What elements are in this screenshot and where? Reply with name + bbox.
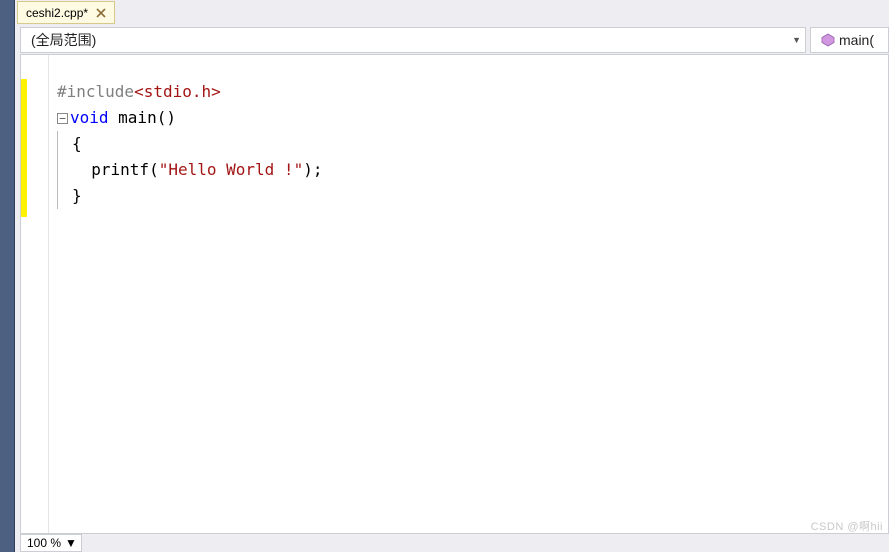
close-icon[interactable] [94,6,108,20]
outline-guide [57,157,68,183]
editor-gutter [21,55,49,533]
code-text: printf( [72,160,159,179]
function-dropdown-label: main( [839,32,874,48]
tab-strip: ceshi2.cpp* [15,0,889,24]
file-tab[interactable]: ceshi2.cpp* [17,1,115,24]
code-editor[interactable]: #include<stdio.h> −void main() { printf(… [20,54,889,534]
function-dropdown[interactable]: main( [810,27,889,53]
watermark: CSDN @啊hii [811,518,883,534]
modification-indicator [21,79,27,217]
code-text: main() [109,108,176,127]
code-text: } [72,186,82,205]
outline-guide [57,183,68,209]
zoom-dropdown[interactable]: 100 % ▼ [20,534,82,552]
code-area[interactable]: #include<stdio.h> −void main() { printf(… [49,55,888,533]
code-text: { [72,134,82,153]
zoom-label: 100 % [27,536,61,550]
status-bar: 100 % ▼ [20,534,82,552]
code-directive: #include [57,82,134,101]
outline-collapse-icon[interactable]: − [57,113,68,124]
scope-dropdown[interactable]: (全局范围) ▼ [20,27,806,53]
left-panel-edge [0,0,15,552]
file-tab-label: ceshi2.cpp* [26,6,88,20]
code-string: "Hello World !" [159,160,304,179]
chevron-down-icon: ▼ [65,536,77,550]
navigation-bar: (全局范围) ▼ main( [20,27,889,53]
scope-dropdown-label: (全局范围) [31,30,96,50]
chevron-down-icon: ▼ [792,35,801,45]
code-keyword: void [70,108,109,127]
outline-guide [57,131,68,157]
code-header: <stdio.h> [134,82,221,101]
code-text: ); [303,160,322,179]
method-icon [821,33,835,47]
